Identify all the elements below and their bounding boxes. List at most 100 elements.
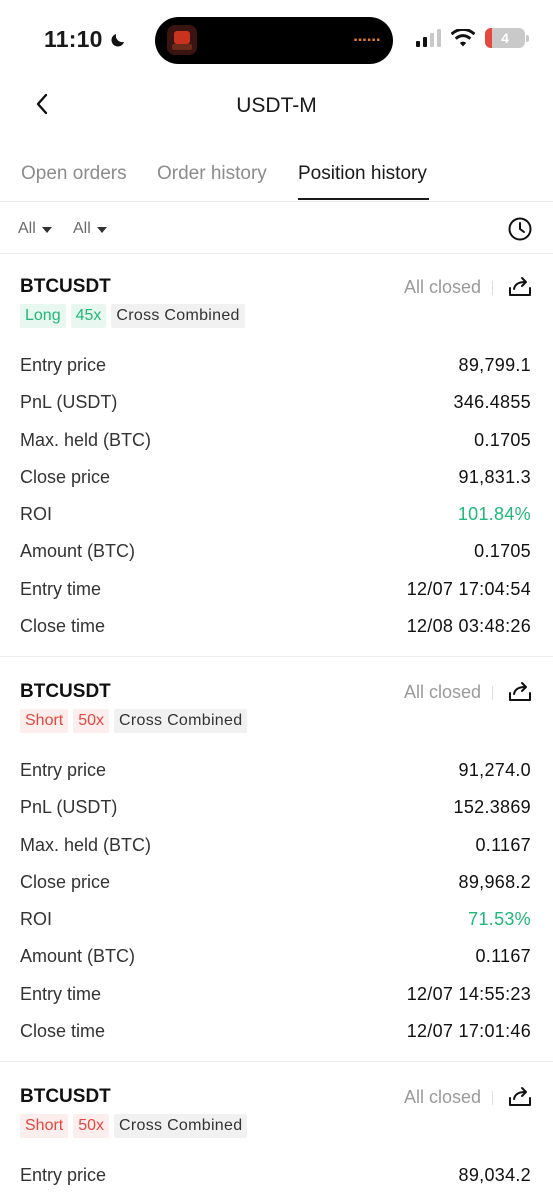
cellular-signal-icon	[416, 29, 441, 47]
position-tags: Long 45x Cross Combined	[20, 304, 245, 328]
detail-label: PnL (USDT)	[20, 392, 118, 413]
moon-icon	[111, 33, 124, 47]
detail-row: Entry price 89,034.2	[0, 1158, 553, 1195]
position-status: All closed	[403, 682, 481, 702]
detail-label: Close price	[20, 871, 111, 892]
side-badge: Short	[20, 709, 69, 733]
side-badge: Short	[20, 1114, 69, 1138]
detail-label: Entry time	[20, 578, 102, 599]
leverage-badge: 45x	[70, 304, 107, 328]
caret-down-icon	[96, 226, 107, 233]
tab-position-history[interactable]: Position history	[298, 163, 427, 185]
battery-level: 4	[501, 30, 509, 46]
detail-label: Amount (BTC)	[20, 541, 136, 562]
detail-row: Max. held (BTC) 0.1167	[0, 828, 553, 865]
position-symbol: BTCUSDT	[20, 1086, 111, 1107]
detail-value: 12/07 17:04:54	[406, 578, 531, 599]
status-bar: 11:10 ▪▪▪▪▪▪ 4	[0, 0, 553, 80]
filter-symbol-value: All	[18, 220, 36, 237]
caret-down-icon	[41, 226, 52, 233]
active-tab-indicator	[298, 198, 429, 200]
divider	[492, 281, 493, 295]
margin-mode-badge: Cross Combined	[111, 304, 245, 328]
detail-value: 89,968.2	[458, 871, 531, 892]
detail-label: PnL (USDT)	[20, 797, 118, 818]
position-status: All closed	[403, 277, 481, 297]
side-badge: Long	[20, 304, 66, 328]
detail-row: Close price 91,831.3	[0, 460, 553, 497]
detail-value: 12/08 03:48:26	[406, 616, 531, 637]
share-icon[interactable]	[507, 274, 533, 298]
detail-value: 0.1167	[475, 834, 531, 855]
detail-value: 346.4855	[453, 392, 531, 413]
dynamic-island: ▪▪▪▪▪▪	[155, 17, 393, 64]
detail-value: 12/07 17:01:46	[406, 1021, 531, 1042]
detail-row: Entry time 12/07 14:55:23	[0, 977, 553, 1014]
detail-label: ROI	[20, 504, 53, 525]
tab-open-orders[interactable]: Open orders	[21, 163, 127, 185]
detail-row: Amount (BTC) 0.1167	[0, 939, 553, 976]
detail-value: 0.1167	[475, 946, 531, 967]
filter-bar: All All	[0, 204, 553, 254]
filter-type-dropdown[interactable]: All	[73, 220, 107, 238]
detail-row: Entry time 12/07 17:04:54	[0, 572, 553, 609]
now-playing-artwork	[167, 25, 197, 55]
position-card: BTCUSDT All closed Short 50x Cross Combi…	[0, 661, 553, 1062]
audio-wave-icon: ▪▪▪▪▪▪	[353, 35, 381, 46]
detail-row: ROI 101.84%	[0, 497, 553, 534]
margin-mode-badge: Cross Combined	[114, 709, 248, 733]
status-indicators: 4	[415, 28, 529, 48]
detail-row: Entry price 89,799.1	[0, 348, 553, 385]
filter-type-value: All	[73, 220, 91, 237]
detail-label: Entry price	[20, 355, 107, 375]
detail-row: PnL (USDT) 152.3869	[0, 790, 553, 827]
filter-symbol-dropdown[interactable]: All	[18, 220, 52, 238]
leverage-badge: 50x	[73, 1114, 110, 1138]
divider	[492, 686, 493, 700]
margin-mode-badge: Cross Combined	[114, 1114, 248, 1138]
position-card: BTCUSDT All closed Long 45x Cross Combin…	[0, 256, 553, 657]
page-header: USDT-M	[0, 80, 553, 136]
share-icon[interactable]	[507, 679, 533, 703]
detail-row: Amount (BTC) 0.1705	[0, 534, 553, 571]
clock-text: 11:10	[44, 26, 103, 52]
position-symbol: BTCUSDT	[20, 681, 111, 702]
detail-label: ROI	[20, 909, 53, 930]
detail-row: Max. held (BTC) 0.1705	[0, 423, 553, 460]
leverage-badge: 50x	[73, 709, 110, 733]
detail-row: PnL (USDT) 346.4855	[0, 385, 553, 422]
detail-label: Entry price	[20, 760, 107, 780]
battery-icon: 4	[485, 28, 529, 48]
detail-value: 89,034.2	[458, 1165, 531, 1185]
detail-row: Close time 12/07 17:01:46	[0, 1014, 553, 1051]
detail-label: Close price	[20, 466, 111, 487]
share-icon[interactable]	[507, 1084, 533, 1108]
clock-icon[interactable]	[507, 216, 533, 242]
tab-order-history[interactable]: Order history	[157, 163, 267, 185]
detail-value: 91,274.0	[458, 760, 531, 780]
detail-value: 0.1705	[474, 541, 531, 562]
position-details: Entry price 89,799.1 PnL (USDT) 346.4855 M…	[0, 348, 553, 646]
detail-row: ROI 71.53%	[0, 902, 553, 939]
detail-value: 152.3869	[453, 797, 531, 818]
detail-label: Close time	[20, 616, 106, 637]
position-tags: Short 50x Cross Combined	[20, 709, 248, 733]
roi-value: 101.84%	[457, 504, 531, 525]
status-time: 11:10	[44, 26, 127, 53]
position-tags: Short 50x Cross Combined	[20, 1114, 248, 1138]
detail-value: 0.1705	[474, 429, 531, 450]
detail-label: Amount (BTC)	[20, 946, 136, 967]
roi-value: 71.53%	[468, 909, 531, 930]
detail-row: Entry price 91,274.0	[0, 753, 553, 790]
detail-value: 89,799.1	[458, 355, 531, 375]
detail-row: Close time 12/08 03:48:26	[0, 609, 553, 646]
detail-label: Max. held (BTC)	[20, 429, 152, 450]
detail-row: Close price 89,968.2	[0, 865, 553, 902]
divider	[492, 1091, 493, 1105]
tab-bar: Open orders Order history Position histo…	[0, 150, 553, 202]
position-details: Entry price 89,034.2	[0, 1158, 553, 1195]
position-details: Entry price 91,274.0 PnL (USDT) 152.3869 M…	[0, 753, 553, 1051]
detail-value: 91,831.3	[458, 466, 531, 487]
page-title: USDT-M	[236, 94, 317, 117]
position-card: BTCUSDT All closed Short 50x Cross Combi…	[0, 1066, 553, 1200]
